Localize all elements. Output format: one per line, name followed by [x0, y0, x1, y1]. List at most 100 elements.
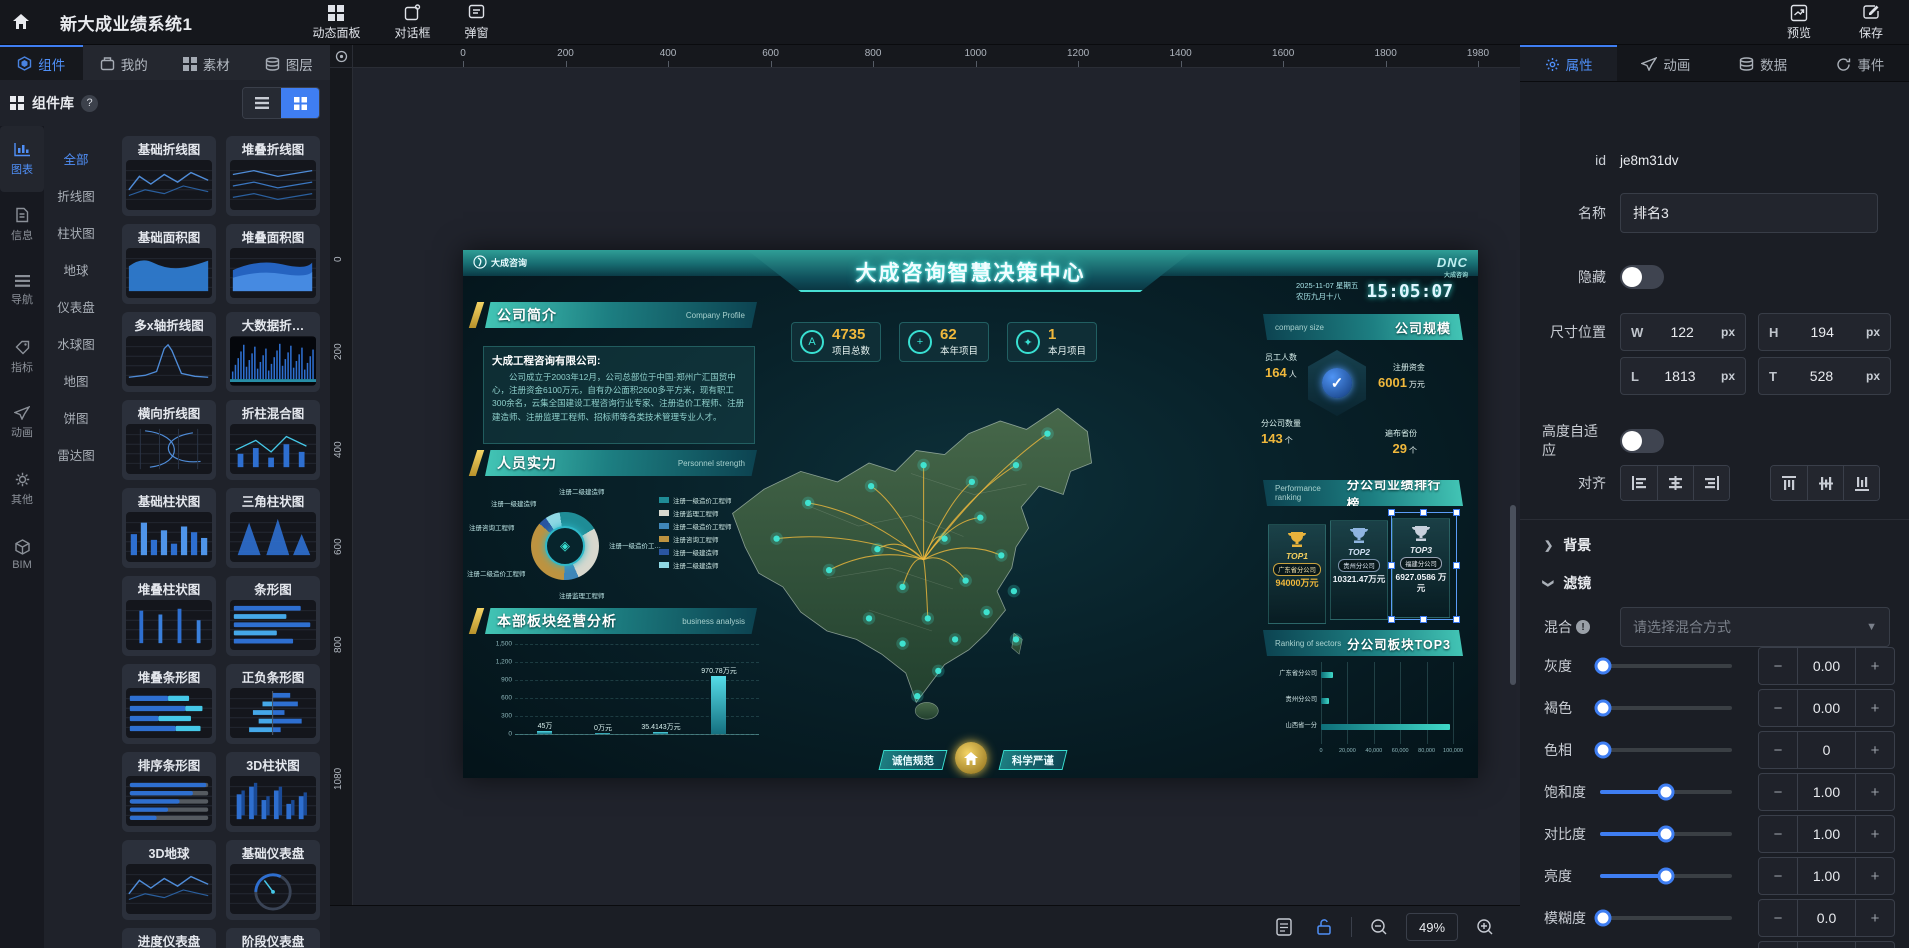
- increment-button[interactable]: +: [1856, 858, 1894, 894]
- align-middle-v-button[interactable]: [1807, 466, 1843, 500]
- width-input[interactable]: W122px: [1620, 313, 1746, 351]
- list-view-button[interactable]: [243, 88, 281, 118]
- selection-handle[interactable]: [1420, 616, 1427, 623]
- increment-button[interactable]: +: [1856, 732, 1894, 768]
- component-card[interactable]: 堆叠折线图: [226, 136, 320, 216]
- subcategory-item[interactable]: 仪表盘: [44, 288, 108, 325]
- selection-handle[interactable]: [1388, 509, 1395, 516]
- subcategory-item[interactable]: 水球图: [44, 325, 108, 362]
- auto-height-toggle[interactable]: [1620, 429, 1664, 453]
- align-center-h-button[interactable]: [1657, 466, 1693, 500]
- selection-handle[interactable]: [1453, 562, 1460, 569]
- slider-track[interactable]: [1600, 664, 1732, 668]
- stepper-value[interactable]: 1.00: [1797, 858, 1856, 894]
- filter-section-header[interactable]: ❯滤镜: [1544, 573, 1591, 593]
- inspector-tab[interactable]: 动画: [1617, 45, 1714, 81]
- selection-handle[interactable]: [1388, 562, 1395, 569]
- subcategory-item[interactable]: 柱状图: [44, 214, 108, 251]
- increment-button[interactable]: +: [1856, 648, 1894, 684]
- component-card[interactable]: 3D地球: [122, 840, 216, 920]
- dashboard-artboard[interactable]: 大成咨询智慧决策中心 大成咨询 DNC 大成咨询 2025-11-07 星期五 …: [463, 250, 1478, 778]
- slider-thumb[interactable]: [1594, 658, 1611, 675]
- component-card[interactable]: 堆叠面积图: [226, 224, 320, 304]
- left-panel-tab[interactable]: 图层: [248, 45, 331, 80]
- component-card[interactable]: 条形图: [226, 576, 320, 656]
- hide-toggle[interactable]: [1620, 265, 1664, 289]
- top-ranking-card[interactable]: TOP1 广东省分公司 94000万元: [1268, 524, 1326, 624]
- subcategory-item[interactable]: 雷达图: [44, 436, 108, 473]
- component-card[interactable]: 3D柱状图: [226, 752, 320, 832]
- grid-view-button[interactable]: [281, 88, 319, 118]
- selection-box[interactable]: [1391, 512, 1457, 620]
- page-list-icon[interactable]: [1271, 914, 1297, 940]
- inspector-tab[interactable]: 事件: [1812, 45, 1909, 81]
- top-ranking-card[interactable]: TOP2 贵州分公司 10321.47万元: [1330, 520, 1388, 620]
- component-card[interactable]: 基础面积图: [122, 224, 216, 304]
- component-card[interactable]: 基础柱状图: [122, 488, 216, 568]
- unlock-icon[interactable]: [1311, 914, 1337, 940]
- slider-thumb[interactable]: [1594, 700, 1611, 717]
- topbar-action-button[interactable]: 保存: [1859, 4, 1883, 41]
- slider-thumb[interactable]: [1594, 742, 1611, 759]
- background-section-header[interactable]: ❯背景: [1544, 535, 1591, 555]
- zoom-out-icon[interactable]: [1366, 914, 1392, 940]
- canvas[interactable]: 0200400600800100012001400160018001980 02…: [330, 45, 1520, 948]
- slider-thumb[interactable]: [1658, 784, 1675, 801]
- component-card[interactable]: 基础折线图: [122, 136, 216, 216]
- stepper-value[interactable]: 0.00: [1797, 690, 1856, 726]
- stepper-value[interactable]: 0.00: [1797, 648, 1856, 684]
- slider-thumb[interactable]: [1658, 868, 1675, 885]
- decrement-button[interactable]: −: [1759, 774, 1797, 810]
- decrement-button[interactable]: −: [1759, 648, 1797, 684]
- component-card[interactable]: 进度仪表盘: [122, 928, 216, 948]
- category-rail-item[interactable]: 图表: [0, 126, 44, 192]
- slider-track[interactable]: [1600, 706, 1732, 710]
- component-card[interactable]: 堆叠条形图: [122, 664, 216, 744]
- left-input[interactable]: L1813px: [1620, 357, 1746, 395]
- slider-thumb[interactable]: [1594, 910, 1611, 927]
- increment-button[interactable]: +: [1856, 690, 1894, 726]
- subcategory-item[interactable]: 地球: [44, 251, 108, 288]
- category-rail-item[interactable]: BIM: [0, 522, 44, 588]
- category-rail-item[interactable]: 指标: [0, 324, 44, 390]
- increment-button[interactable]: +: [1856, 942, 1894, 948]
- height-input[interactable]: H194px: [1758, 313, 1891, 351]
- category-rail-item[interactable]: 动画: [0, 390, 44, 456]
- decrement-button[interactable]: −: [1759, 858, 1797, 894]
- stepper-value[interactable]: 0.0: [1797, 900, 1856, 936]
- topbar-tool-button[interactable]: 动态面板: [312, 4, 360, 41]
- left-panel-tab[interactable]: 素材: [165, 45, 248, 80]
- subcategory-item[interactable]: 折线图: [44, 177, 108, 214]
- component-card[interactable]: 横向折线图: [122, 400, 216, 480]
- subcategory-item[interactable]: 地图: [44, 362, 108, 399]
- stepper-value[interactable]: 0: [1797, 732, 1856, 768]
- blend-mode-select[interactable]: 请选择混合方式 ▼: [1620, 607, 1890, 647]
- subcategory-item[interactable]: 全部: [44, 140, 108, 177]
- slider-track[interactable]: [1600, 916, 1732, 920]
- component-card[interactable]: 排序条形图: [122, 752, 216, 832]
- component-card[interactable]: 堆叠柱状图: [122, 576, 216, 656]
- selection-handle[interactable]: [1453, 616, 1460, 623]
- inspector-tab[interactable]: 属性: [1520, 45, 1617, 81]
- selection-handle[interactable]: [1388, 616, 1395, 623]
- selection-handle[interactable]: [1453, 509, 1460, 516]
- component-card[interactable]: 大数据折…: [226, 312, 320, 392]
- component-card[interactable]: 阶段仪表盘: [226, 928, 320, 948]
- decrement-button[interactable]: −: [1759, 690, 1797, 726]
- slider-track[interactable]: [1600, 748, 1732, 752]
- category-rail-item[interactable]: 导航: [0, 258, 44, 324]
- align-left-button[interactable]: [1621, 466, 1657, 500]
- component-card[interactable]: 三角柱状图: [226, 488, 320, 568]
- increment-button[interactable]: +: [1856, 774, 1894, 810]
- home-button[interactable]: [0, 0, 42, 45]
- decrement-button[interactable]: −: [1759, 732, 1797, 768]
- increment-button[interactable]: +: [1856, 816, 1894, 852]
- help-icon[interactable]: ?: [81, 95, 98, 112]
- slider-thumb[interactable]: [1658, 826, 1675, 843]
- component-card[interactable]: 多x轴折线图: [122, 312, 216, 392]
- stepper-value[interactable]: 1.00: [1797, 774, 1856, 810]
- component-card[interactable]: 正负条形图: [226, 664, 320, 744]
- decrement-button[interactable]: −: [1759, 816, 1797, 852]
- canvas-scrollbar[interactable]: [1510, 505, 1516, 685]
- stepper-value[interactable]: 1.00: [1797, 816, 1856, 852]
